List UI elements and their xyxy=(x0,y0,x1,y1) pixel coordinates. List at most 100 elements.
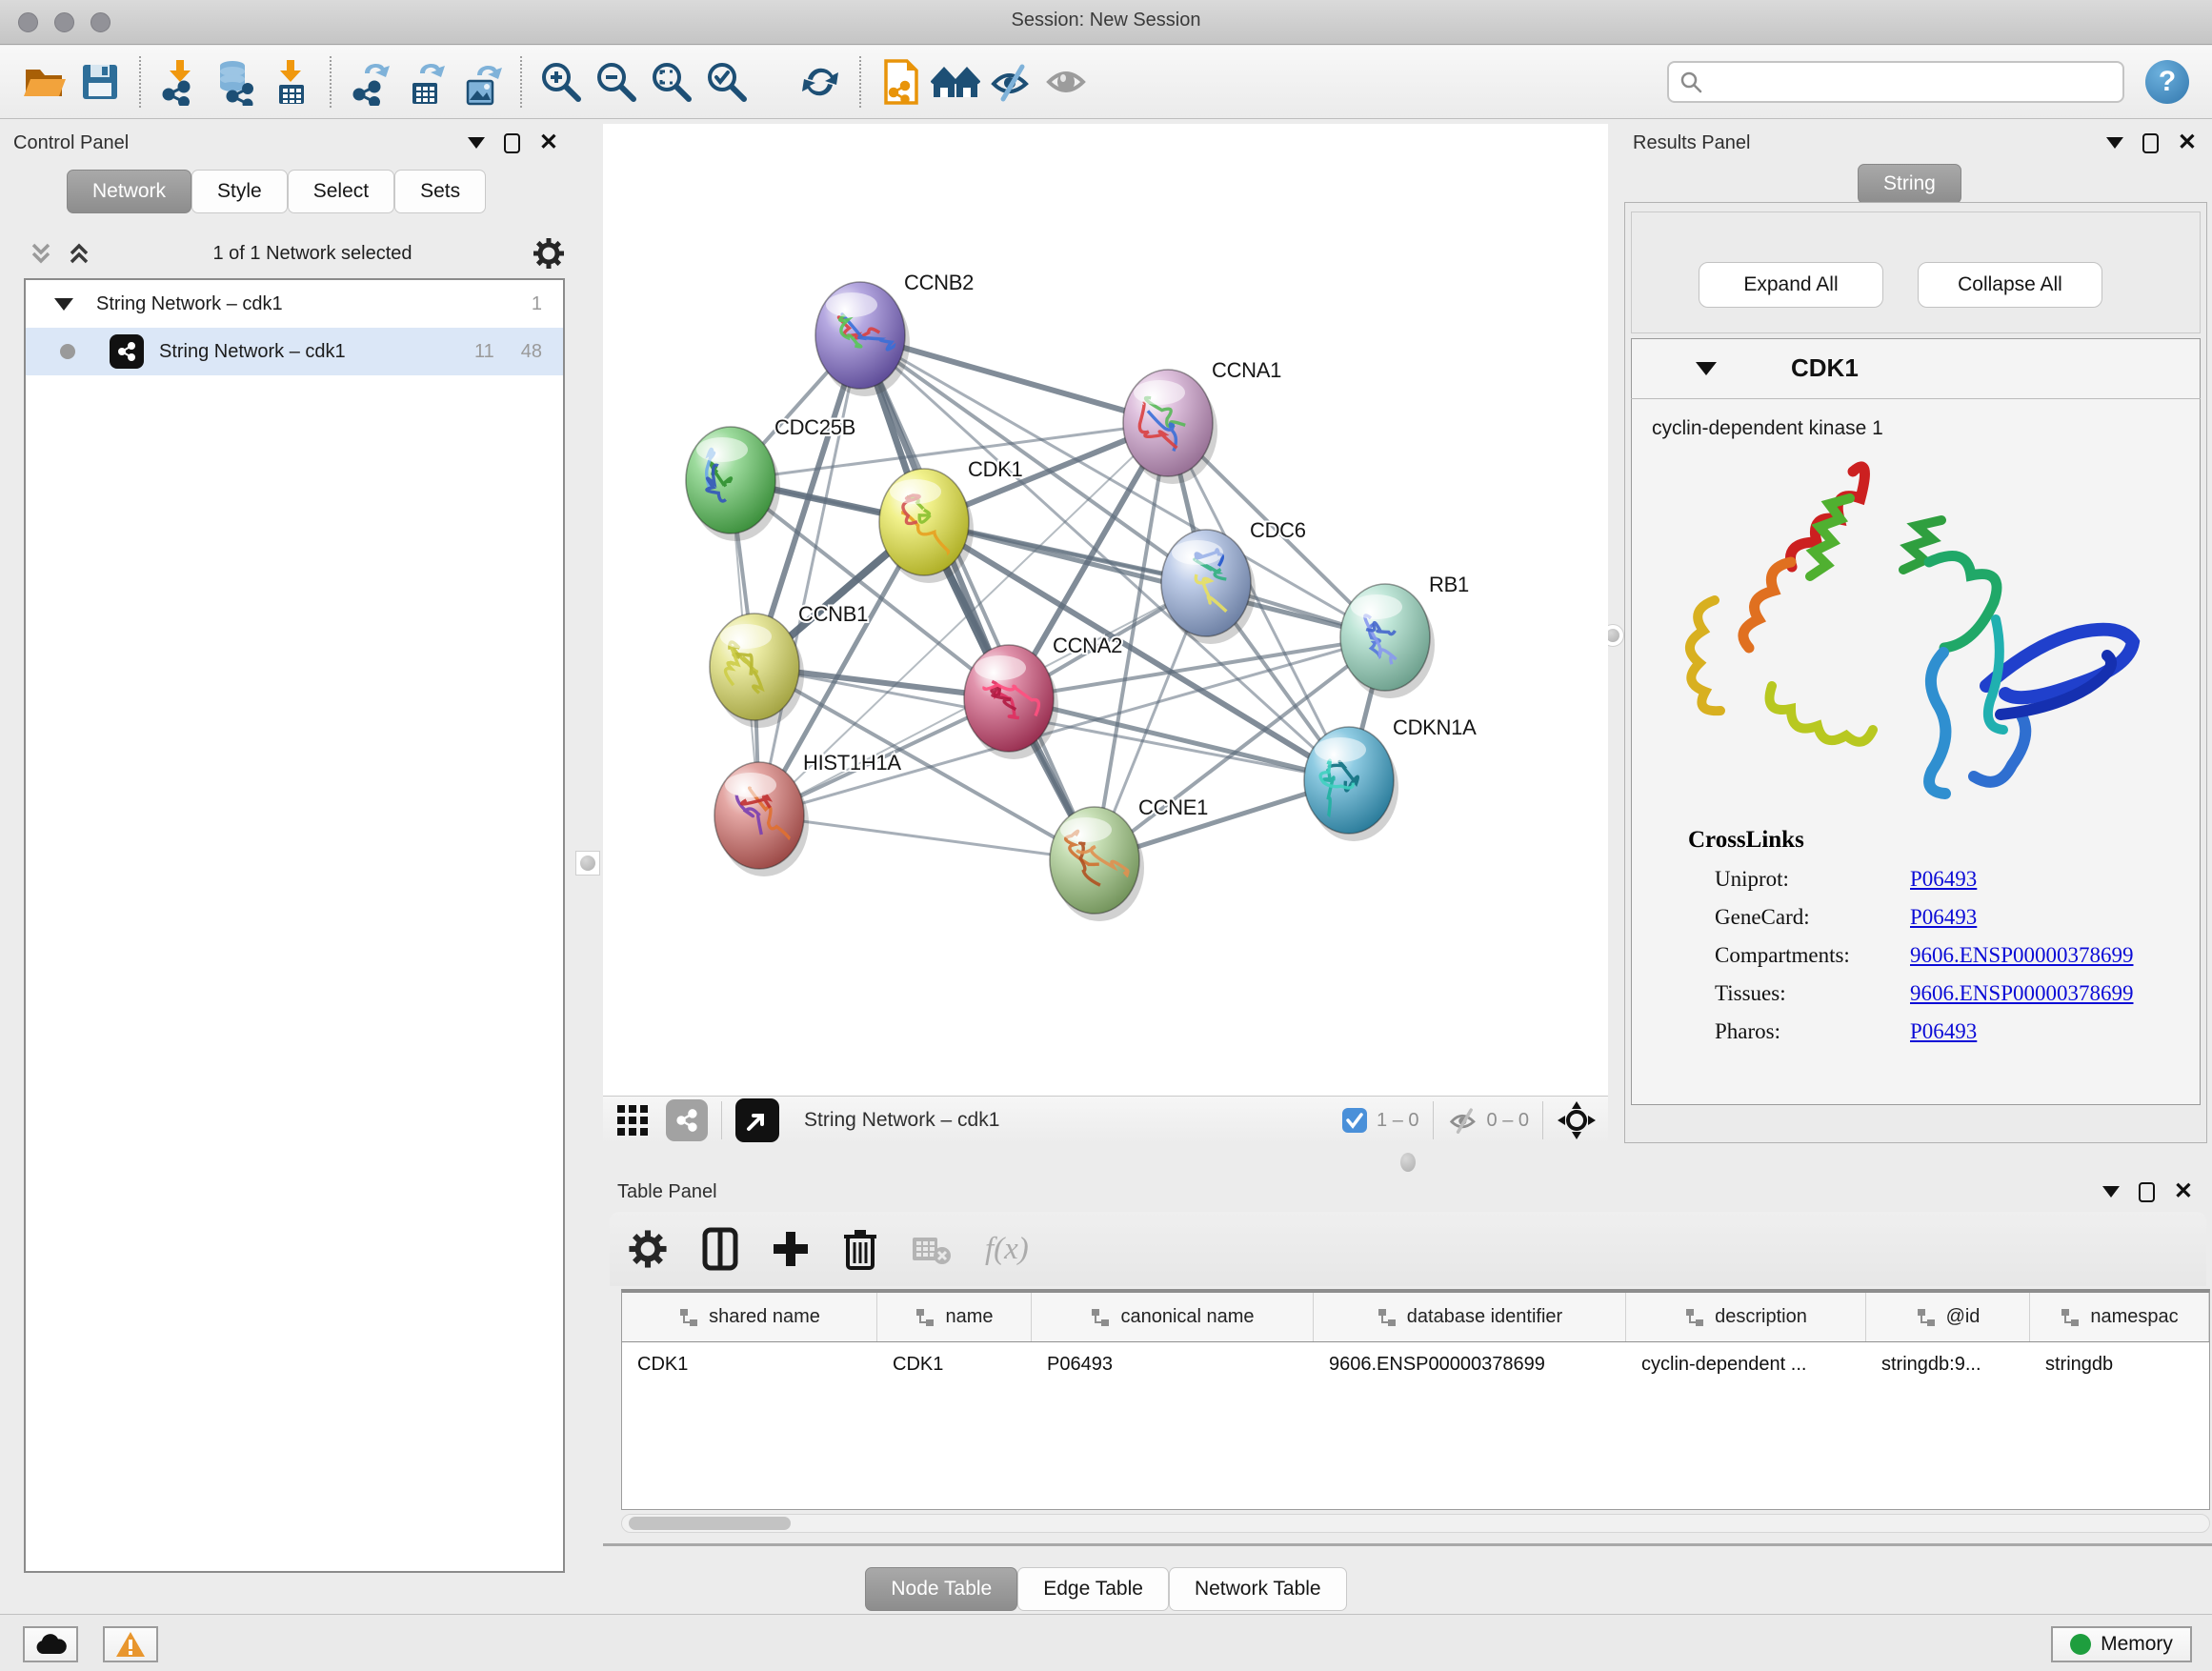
horizontal-splitter-handle[interactable] xyxy=(1400,1153,1416,1172)
column-header-namespac[interactable]: namespac xyxy=(2030,1293,2209,1341)
results-tab-string[interactable]: String xyxy=(1858,164,1961,204)
open-session-button[interactable] xyxy=(17,54,72,110)
import-network-from-file-button[interactable] xyxy=(152,54,208,110)
crosslink-link[interactable]: 9606.ENSP00000378699 xyxy=(1910,943,2134,968)
hide-selected-button[interactable] xyxy=(983,54,1038,110)
export-network-button[interactable] xyxy=(343,54,398,110)
zoom-selected-button[interactable] xyxy=(699,54,754,110)
network-options-gear-icon[interactable] xyxy=(532,236,566,271)
selected-checkbox-icon[interactable] xyxy=(1340,1106,1369,1135)
tab-node-table[interactable]: Node Table xyxy=(865,1567,1017,1611)
table-cell[interactable]: CDK1 xyxy=(622,1342,877,1386)
table-options-gear-icon[interactable] xyxy=(627,1228,669,1270)
table-cell[interactable]: CDK1 xyxy=(877,1342,1032,1386)
network-node-ccne1[interactable]: CCNE1 xyxy=(1050,795,1208,921)
memory-status-dot xyxy=(2070,1634,2091,1655)
control-panel-menu-icon[interactable] xyxy=(468,137,485,149)
help-button[interactable]: ? xyxy=(2145,60,2189,104)
tab-style[interactable]: Style xyxy=(191,170,288,213)
network-node-ccna2[interactable]: CCNA2 xyxy=(964,634,1122,759)
network-collection-row[interactable]: String Network – cdk1 1 xyxy=(26,280,563,328)
tab-sets[interactable]: Sets xyxy=(394,170,486,213)
crosslink-row: Uniprot:P06493 xyxy=(1715,867,2201,892)
add-column-plus-icon[interactable] xyxy=(772,1230,810,1268)
crosslink-link[interactable]: P06493 xyxy=(1910,1019,1977,1044)
gene-header-row[interactable]: CDK1 xyxy=(1631,338,2201,399)
results-panel-menu-icon[interactable] xyxy=(2106,137,2123,149)
column-header-id[interactable]: @id xyxy=(1866,1293,2030,1341)
table-cell[interactable]: stringdb:9... xyxy=(1866,1342,2030,1386)
tab-select[interactable]: Select xyxy=(288,170,394,213)
delete-column-trash-icon[interactable] xyxy=(842,1227,878,1271)
save-session-button[interactable] xyxy=(72,54,128,110)
zoom-out-button[interactable] xyxy=(589,54,644,110)
import-table-from-file-button[interactable] xyxy=(263,54,318,110)
crosslink-link[interactable]: P06493 xyxy=(1910,867,1977,892)
column-header-canonical-name[interactable]: canonical name xyxy=(1032,1293,1314,1341)
table-panel-float-icon[interactable] xyxy=(2139,1182,2155,1202)
expand-all-button[interactable]: Expand All xyxy=(1699,262,1883,308)
home-networks-button[interactable] xyxy=(928,54,983,110)
table-cell[interactable]: cyclin-dependent ... xyxy=(1626,1342,1866,1386)
memory-button[interactable]: Memory xyxy=(2051,1626,2192,1662)
zoom-in-button[interactable] xyxy=(533,54,589,110)
control-panel-float-icon[interactable] xyxy=(504,133,520,153)
tab-network-table[interactable]: Network Table xyxy=(1169,1567,1347,1611)
export-table-button[interactable] xyxy=(398,54,453,110)
table-cell[interactable]: P06493 xyxy=(1032,1342,1314,1386)
network-node-rb1[interactable]: RB1 xyxy=(1340,573,1469,698)
network-node-ccnb2[interactable]: CCNB2 xyxy=(815,271,974,396)
cloud-status-button[interactable] xyxy=(23,1626,78,1662)
table-scrollbar-thumb[interactable] xyxy=(629,1517,791,1530)
crosslink-link[interactable]: P06493 xyxy=(1910,905,1977,930)
column-header-description[interactable]: description xyxy=(1626,1293,1866,1341)
column-header-database-identifier[interactable]: database identifier xyxy=(1314,1293,1626,1341)
crosslink-link[interactable]: 9606.ENSP00000378699 xyxy=(1910,981,2134,1006)
search-input[interactable] xyxy=(1667,61,2124,103)
network-node-ccna1[interactable]: CCNA1 xyxy=(1123,358,1281,484)
table-panel-close-icon[interactable]: ✕ xyxy=(2174,1182,2193,1201)
network-row-selected[interactable]: String Network – cdk1 11 48 xyxy=(26,328,563,375)
network-node-cdkn1a[interactable]: CDKN1A xyxy=(1304,715,1477,841)
table-panel-menu-icon[interactable] xyxy=(2102,1186,2120,1198)
column-header-name[interactable]: name xyxy=(877,1293,1032,1341)
network-node-hist1h1a[interactable]: HIST1H1A xyxy=(714,751,901,876)
network-edge[interactable] xyxy=(924,522,1385,637)
network-edge[interactable] xyxy=(860,335,1095,860)
network-edge[interactable] xyxy=(759,815,1095,860)
network-node-cdk1[interactable]: CDK1 xyxy=(879,457,1023,583)
export-image-button[interactable] xyxy=(453,54,509,110)
import-network-from-database-button[interactable] xyxy=(208,54,263,110)
tree-expander-icon[interactable] xyxy=(54,298,73,311)
export-image-icon xyxy=(458,58,504,106)
collapse-all-button[interactable]: Collapse All xyxy=(1918,262,2102,308)
results-panel-float-icon[interactable] xyxy=(2142,133,2159,153)
birds-eye-view-icon[interactable] xyxy=(614,1102,651,1138)
tab-edge-table[interactable]: Edge Table xyxy=(1017,1567,1169,1611)
string-view-badge[interactable] xyxy=(666,1099,708,1141)
fit-selected-crosshair-icon[interactable] xyxy=(1557,1100,1597,1140)
expand-all-icon[interactable] xyxy=(65,239,93,268)
table-horizontal-scrollbar[interactable] xyxy=(621,1514,2210,1533)
tab-network[interactable]: Network xyxy=(67,170,191,213)
open-in-browser-button[interactable] xyxy=(735,1098,779,1142)
zoom-fit-content-button[interactable] xyxy=(644,54,699,110)
collapse-all-icon[interactable] xyxy=(27,239,55,268)
show-columns-icon[interactable] xyxy=(701,1227,739,1271)
table-cell[interactable]: stringdb xyxy=(2030,1342,2209,1386)
left-splitter-handle[interactable] xyxy=(575,851,600,876)
cloud-icon xyxy=(34,1633,67,1656)
warnings-button[interactable] xyxy=(103,1626,158,1662)
gene-expander-icon[interactable] xyxy=(1696,362,1717,375)
table-row[interactable]: CDK1CDK1P064939606.ENSP00000378699cyclin… xyxy=(622,1342,2209,1386)
column-header-shared-name[interactable]: shared name xyxy=(622,1293,877,1341)
node-table[interactable]: shared namenamecanonical namedatabase id… xyxy=(621,1289,2210,1510)
network-canvas[interactable]: CCNB2CCNA1CDC25BCDK1CDC6RB1CCNB1CCNA2CDK… xyxy=(603,124,1608,1096)
network-edge[interactable] xyxy=(759,335,860,815)
table-cell[interactable]: 9606.ENSP00000378699 xyxy=(1314,1342,1626,1386)
control-panel-close-icon[interactable]: ✕ xyxy=(539,133,558,152)
network-snapshot-button[interactable] xyxy=(873,54,928,110)
results-panel-close-icon[interactable]: ✕ xyxy=(2178,133,2197,152)
network-node-cdc6[interactable]: CDC6 xyxy=(1161,518,1306,644)
apply-layout-button[interactable] xyxy=(793,54,848,110)
